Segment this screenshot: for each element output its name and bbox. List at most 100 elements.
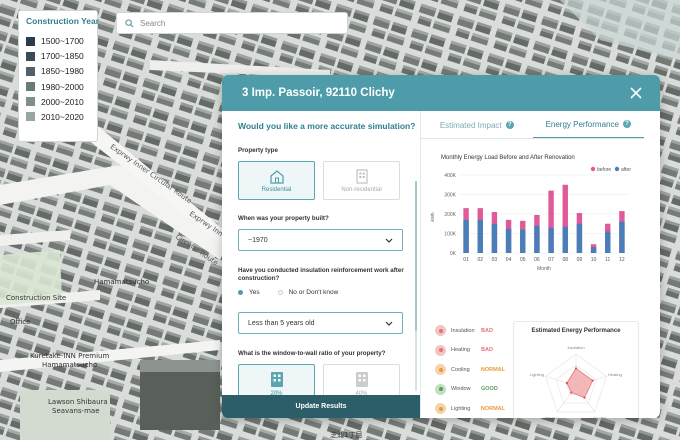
legend-item: 2010~2020 <box>26 110 90 124</box>
insulation-yes-label: Yes <box>249 289 260 297</box>
building-icon <box>355 169 368 184</box>
radio-selected-icon <box>238 290 243 296</box>
chevron-down-icon <box>385 238 393 243</box>
info-icon[interactable]: ? <box>622 120 631 128</box>
bar-after <box>562 226 568 253</box>
construction-year-legend: Construction Year 1500~1700 1700~1850 1850… <box>18 10 99 142</box>
form-heading: Would you like a more accurate simulatio… <box>238 121 416 131</box>
insulation-age-select[interactable]: Less than 5 years old <box>238 312 403 335</box>
form-scrollbar[interactable] <box>415 181 417 391</box>
map-label-construction: Construction Site <box>6 294 67 302</box>
radar-chart: Insulation Heating Cooling Window Lighting <box>530 345 622 418</box>
window-question: What is the window-to-wall ratio of your… <box>238 350 386 358</box>
map-label-chome: 芝浦1丁目 <box>330 431 363 439</box>
status-name: Heating <box>451 347 470 354</box>
chart-title: Monthly Energy Load Before and After Ren… <box>441 155 575 161</box>
x-tick-label: 04 <box>506 257 512 263</box>
scrollbar-thumb[interactable] <box>415 181 417 331</box>
results-tabs: Estimated Impact ? Energy Performance ? <box>421 111 644 139</box>
info-icon[interactable]: ? <box>505 121 514 129</box>
bar-after <box>548 227 554 253</box>
y-tick-label: 400K <box>444 173 456 179</box>
close-icon[interactable] <box>628 85 644 101</box>
status-name: Cooling <box>451 366 470 373</box>
house-icon <box>269 169 284 184</box>
chevron-down-icon <box>385 321 393 326</box>
x-tick-label: 08 <box>562 257 568 263</box>
cooling-icon <box>435 364 446 376</box>
simulation-form: Would you like a more accurate simulatio… <box>222 111 420 418</box>
bar-after <box>520 229 526 253</box>
residential-option[interactable]: Residential <box>238 161 315 201</box>
status-name: Window <box>451 386 471 393</box>
tab-estimated-impact[interactable]: Estimated Impact ? <box>421 111 533 139</box>
heating-icon <box>435 344 446 356</box>
search-input[interactable] <box>140 18 330 28</box>
status-row: Cooling NORMAL <box>435 360 505 380</box>
radar-point <box>565 381 568 385</box>
x-axis-label: Month <box>537 266 551 272</box>
y-tick-label: 0K <box>450 251 457 257</box>
status-value: NORMAL <box>480 405 505 412</box>
x-tick-label: 09 <box>577 257 583 263</box>
search-bar[interactable] <box>116 12 348 34</box>
property-type-label: Property type <box>238 147 278 154</box>
y-tick-label: 100K <box>444 232 456 238</box>
insulation-question: Have you conducted insulation reinforcem… <box>238 267 404 283</box>
window-icon <box>270 371 283 387</box>
y-tick-label: 200K <box>444 212 456 218</box>
insulation-age-value: Less than 5 years old <box>248 319 315 327</box>
status-list: Insulation BAD Heating BAD Cooling NORMAL Wind… <box>435 321 505 418</box>
legend-item-label: 1500~1700 <box>41 36 84 46</box>
status-row: Lighting NORMAL <box>435 399 505 418</box>
status-value: GOOD <box>481 386 498 393</box>
bar-after <box>619 221 625 253</box>
bar-after <box>534 225 540 253</box>
x-tick-label: 12 <box>619 257 625 263</box>
update-results-button[interactable]: Update Results <box>222 395 420 418</box>
non-residential-option[interactable]: Non-residential <box>323 161 400 201</box>
legend-swatch <box>26 97 35 107</box>
legend-item: 1700~1850 <box>26 49 90 63</box>
chart-legend-marker <box>590 166 596 172</box>
status-row: Insulation BAD <box>435 321 505 341</box>
legend-swatch <box>26 36 35 46</box>
x-tick-label: 07 <box>548 257 554 263</box>
status-name: Lighting <box>451 405 471 412</box>
bar-after <box>491 223 498 253</box>
insulation-no-label: No or Don't know <box>288 289 339 297</box>
window-icon <box>355 371 368 387</box>
radar-axis-label: Window <box>545 416 559 418</box>
legend-item-label: 1980~2000 <box>41 81 84 92</box>
panel-header: 3 Imp. Passoir, 92110 Clichy <box>222 75 660 111</box>
residential-label: Residential <box>261 186 292 193</box>
lighting-icon <box>435 403 446 415</box>
legend-swatch <box>26 82 35 92</box>
status-name: Insulation <box>451 327 475 334</box>
y-tick-label: 300K <box>444 193 456 199</box>
legend-swatch <box>26 66 35 76</box>
chart-legend-marker <box>614 166 620 172</box>
radar-axis-label: Lighting <box>530 372 544 377</box>
map-label-kuretake: Kuretake-INN Premium <box>30 352 110 360</box>
legend-swatch <box>26 112 35 122</box>
x-tick-label: 05 <box>520 257 526 263</box>
energy-load-chart: Monthly Energy Load Before and After Ren… <box>430 155 631 272</box>
built-question: When was your property built? <box>238 215 329 223</box>
tab-estimated-impact-label: Estimated Impact <box>439 120 502 130</box>
built-year-value: ~1970 <box>248 236 268 244</box>
bar-after <box>505 228 512 253</box>
bar-after <box>605 231 611 253</box>
search-icon <box>125 18 134 28</box>
radar-point <box>574 367 578 370</box>
built-year-select[interactable]: ~1970 <box>238 229 403 252</box>
insulation-yes-radio[interactable]: Yes <box>238 289 260 296</box>
legend-item: 1980~2000 <box>26 80 90 94</box>
map-label-kuretake-2: Hamamatsucho <box>42 361 98 369</box>
status-value: BAD <box>481 327 493 334</box>
y-axis-label: kWh <box>430 212 435 221</box>
insulation-no-radio[interactable]: No or Don't know <box>277 289 339 297</box>
tab-energy-performance[interactable]: Energy Performance ? <box>532 111 644 139</box>
radar-point <box>583 396 586 399</box>
status-row: Window GOOD <box>435 380 505 400</box>
